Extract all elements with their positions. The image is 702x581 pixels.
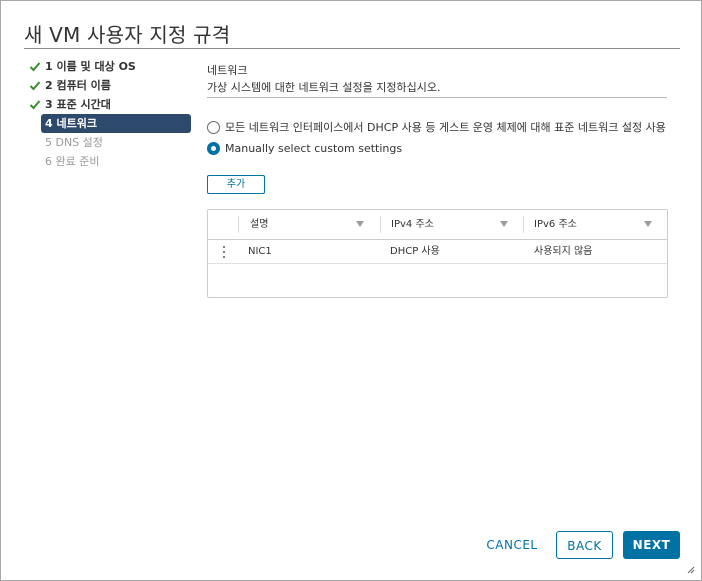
wizard-steps: 1 이름 및 대상 OS 2 컴퓨터 이름 3 표준 시간대 4 네트워크 5 … xyxy=(25,57,193,171)
dialog-window: 새 VM 사용자 지정 규격 1 이름 및 대상 OS 2 컴퓨터 이름 3 표… xyxy=(0,0,702,581)
check-icon xyxy=(29,100,41,110)
step-label: 2 컴퓨터 이름 xyxy=(45,79,111,92)
table-row[interactable]: NIC1 DHCP 사용 사용되지 않음 xyxy=(208,240,667,264)
cell-ipv6: 사용되지 않음 xyxy=(534,246,593,257)
next-button[interactable]: NEXT xyxy=(623,531,680,559)
radio-label: 모든 네트워크 인터페이스에서 DHCP 사용 등 게스트 운영 체제에 대해 … xyxy=(225,121,666,134)
filter-icon[interactable] xyxy=(644,221,652,227)
row-actions-icon[interactable] xyxy=(223,246,226,258)
step-label: 4 네트워크 xyxy=(45,117,97,130)
add-button[interactable]: 추가 xyxy=(207,175,265,194)
radio-button[interactable] xyxy=(207,120,220,134)
column-header-description[interactable]: 설명 xyxy=(250,210,268,239)
column-separator xyxy=(523,216,524,233)
radio-button-selected[interactable] xyxy=(207,141,220,155)
step-2[interactable]: 2 컴퓨터 이름 xyxy=(25,76,193,95)
step-5: 5 DNS 설정 xyxy=(25,133,193,152)
section-description: 가상 시스템에 대한 네트워크 설정을 지정하십시오. xyxy=(207,81,441,94)
step-4-active[interactable]: 4 네트워크 xyxy=(41,114,191,133)
radio-standard-settings[interactable]: 모든 네트워크 인터페이스에서 DHCP 사용 등 게스트 운영 체제에 대해 … xyxy=(207,119,666,135)
title-divider xyxy=(24,48,680,49)
check-icon xyxy=(29,81,41,91)
back-button[interactable]: BACK xyxy=(556,531,613,559)
cell-ipv4: DHCP 사용 xyxy=(390,246,440,257)
section-title: 네트워크 xyxy=(207,64,248,77)
radio-custom-settings[interactable]: Manually select custom settings xyxy=(207,141,403,156)
column-header-ipv4[interactable]: IPv4 주소 xyxy=(391,210,434,239)
filter-icon[interactable] xyxy=(500,221,508,227)
check-icon xyxy=(29,62,41,72)
filter-icon[interactable] xyxy=(356,221,364,227)
column-separator xyxy=(380,216,381,233)
column-separator xyxy=(238,216,239,233)
step-label: 1 이름 및 대상 OS xyxy=(45,60,136,73)
step-label: 6 완료 준비 xyxy=(45,155,100,168)
step-1[interactable]: 1 이름 및 대상 OS xyxy=(25,57,193,76)
cell-description: NIC1 xyxy=(248,246,272,257)
step-3[interactable]: 3 표준 시간대 xyxy=(25,95,193,114)
section-divider xyxy=(207,97,667,98)
column-header-ipv6[interactable]: IPv6 주소 xyxy=(534,210,577,239)
radio-label: Manually select custom settings xyxy=(225,142,403,155)
step-label: 5 DNS 설정 xyxy=(45,136,103,149)
nic-grid: 설명 IPv4 주소 IPv6 주소 NIC1 DHCP 사용 사용되지 않음 xyxy=(207,209,668,298)
step-label: 3 표준 시간대 xyxy=(45,98,111,111)
resize-grip-icon[interactable] xyxy=(687,566,695,574)
grid-header: 설명 IPv4 주소 IPv6 주소 xyxy=(208,210,667,240)
dialog-title: 새 VM 사용자 지정 규격 xyxy=(24,23,231,47)
step-6: 6 완료 준비 xyxy=(25,152,193,171)
cancel-button[interactable]: CANCEL xyxy=(483,531,541,559)
